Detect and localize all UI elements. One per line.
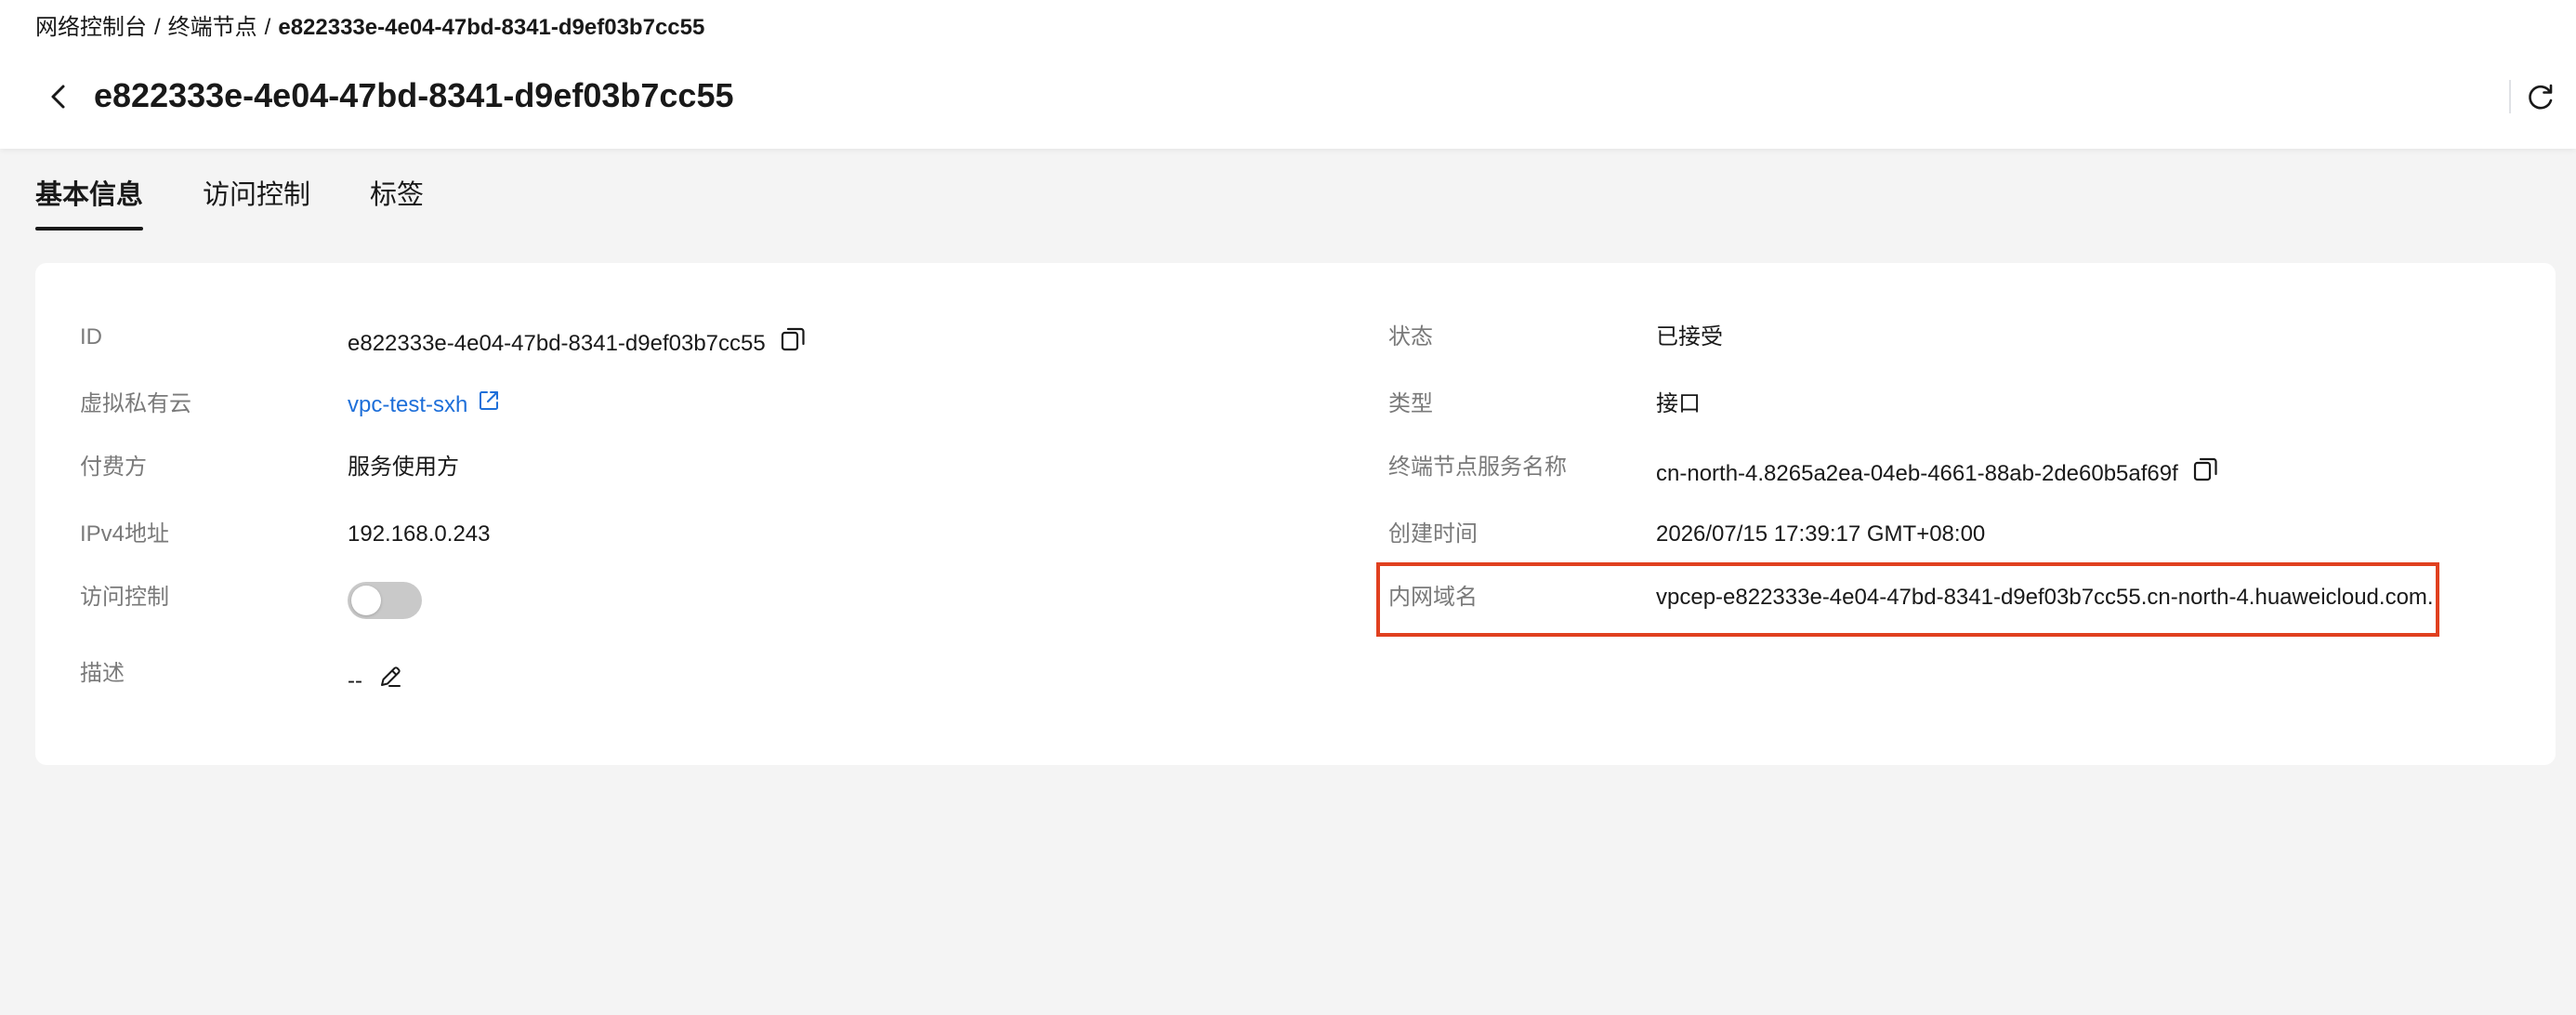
vpc-link[interactable]: vpc-test-sxh — [348, 389, 467, 421]
payer-label: 付费方 — [80, 455, 147, 480]
vpc-label: 虚拟私有云 — [80, 391, 191, 416]
access-control-toggle[interactable] — [348, 582, 422, 619]
back-button[interactable] — [41, 78, 78, 115]
tab-tags[interactable]: 标签 — [370, 177, 424, 232]
vpc-value: vpc-test-sxh — [348, 389, 501, 422]
breadcrumb-separator: / — [264, 15, 271, 40]
breadcrumb-network-console[interactable]: 网络控制台 — [35, 15, 147, 40]
status-value: 已接受 — [1656, 324, 1723, 349]
type-label: 类型 — [1388, 391, 1433, 416]
created-time-value: 2026/07/15 17:39:17 GMT+08:00 — [1656, 521, 1986, 547]
private-domain-label: 内网域名 — [1388, 585, 1478, 610]
copy-service-name-button[interactable] — [2191, 455, 2219, 493]
description-value: -- — [348, 664, 403, 699]
header-divider — [2509, 80, 2511, 113]
id-text: e822333e-4e04-47bd-8341-d9ef03b7cc55 — [348, 331, 766, 356]
access-control-label: 访问控制 — [80, 585, 169, 610]
pencil-icon — [380, 666, 401, 687]
id-label: ID — [80, 324, 102, 349]
tab-basic-info[interactable]: 基本信息 — [35, 177, 144, 232]
description-label: 描述 — [80, 661, 125, 686]
private-domain-value: vpcep-e822333e-4e04-47bd-8341-d9ef03b7cc… — [1656, 585, 2434, 610]
ipv4-label: IPv4地址 — [80, 521, 170, 547]
tab-access-control[interactable]: 访问控制 — [203, 177, 310, 232]
external-link-icon — [480, 391, 499, 410]
breadcrumb-separator: / — [154, 15, 161, 40]
edit-description-button[interactable] — [377, 664, 403, 699]
description-text: -- — [348, 668, 362, 693]
refresh-icon — [2529, 84, 2553, 110]
chevron-left-icon — [51, 85, 65, 109]
id-value: e822333e-4e04-47bd-8341-d9ef03b7cc55 — [348, 325, 807, 362]
open-vpc-button[interactable] — [477, 389, 501, 422]
ipv4-value: 192.168.0.243 — [348, 521, 491, 547]
copy-icon — [781, 327, 805, 351]
page-header: 网络控制台 / 终端节点 / e822333e-4e04-47bd-8341-d9ef0… — [0, 0, 2576, 149]
toggle-knob — [351, 586, 381, 615]
service-name-text: cn-north-4.8265a2ea-04eb-4661-88ab-2de60… — [1656, 461, 2178, 486]
created-time-label: 创建时间 — [1388, 521, 1478, 547]
copy-icon — [2193, 457, 2217, 481]
service-name-value: cn-north-4.8265a2ea-04eb-4661-88ab-2de60… — [1656, 455, 2219, 493]
status-label: 状态 — [1388, 324, 1433, 349]
breadcrumb-current: e822333e-4e04-47bd-8341-d9ef03b7cc55 — [278, 15, 705, 40]
breadcrumb-endpoints[interactable]: 终端节点 — [168, 15, 257, 40]
service-name-label: 终端节点服务名称 — [1388, 455, 1567, 480]
type-value: 接口 — [1656, 391, 1701, 416]
page-title: e822333e-4e04-47bd-8341-d9ef03b7cc55 — [94, 76, 734, 114]
payer-value: 服务使用方 — [348, 455, 459, 480]
tab-bar: 基本信息 访问控制 标签 — [35, 177, 483, 232]
breadcrumb: 网络控制台 / 终端节点 / e822333e-4e04-47bd-8341-d9ef0… — [35, 13, 704, 43]
refresh-button[interactable] — [2522, 78, 2559, 115]
copy-id-button[interactable] — [779, 325, 807, 362]
